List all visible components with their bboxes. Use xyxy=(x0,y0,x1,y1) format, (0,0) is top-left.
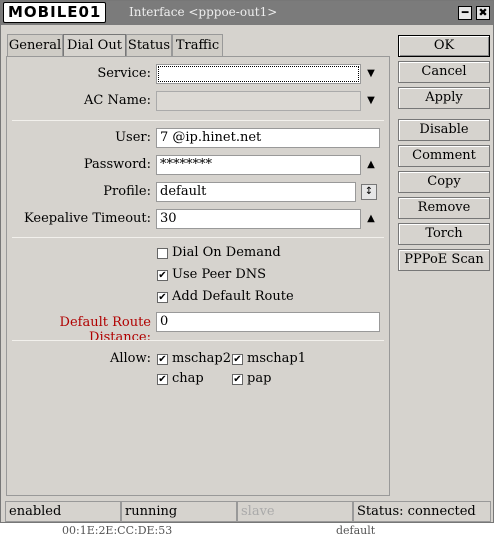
tab-general[interactable]: General xyxy=(7,34,63,56)
profile-spin-icon[interactable]: ↕ xyxy=(361,184,377,200)
use-peer-dns-checkbox[interactable]: ✔ xyxy=(157,270,168,281)
profile-field[interactable]: default xyxy=(156,182,356,202)
user-label: User: xyxy=(115,130,151,145)
watermark-logo: MOBILE01 xyxy=(3,2,107,23)
add-default-route-checkbox[interactable]: ✔ xyxy=(157,292,168,303)
background-mac-text: 00:1E:2E:CC:DE:53 xyxy=(62,524,173,537)
interface-window: MOBILE01 Interface <pppoe-out1> ━ ✖ Gene… xyxy=(0,0,494,523)
service-label: Service: xyxy=(97,66,151,81)
title-bar[interactable]: MOBILE01 Interface <pppoe-out1> ━ ✖ xyxy=(1,1,493,25)
ac-name-field[interactable] xyxy=(156,91,361,111)
default-route-distance-field[interactable]: 0 xyxy=(156,312,380,332)
ok-button[interactable]: OK xyxy=(398,35,490,57)
ac-name-label: AC Name: xyxy=(84,93,151,108)
status-slave: slave xyxy=(237,501,353,522)
password-field[interactable]: ******** xyxy=(156,155,361,175)
remove-button[interactable]: Remove xyxy=(398,197,490,219)
use-peer-dns-label: Use Peer DNS xyxy=(172,267,267,282)
dial-on-demand-checkbox[interactable] xyxy=(157,248,168,259)
allow-pap-checkbox[interactable]: ✔ xyxy=(232,374,243,385)
password-collapse-icon[interactable]: ▲ xyxy=(365,159,377,171)
tab-status[interactable]: Status xyxy=(126,34,172,56)
cancel-button[interactable]: Cancel xyxy=(398,61,490,83)
service-dropdown-icon[interactable]: ▼ xyxy=(365,68,377,80)
dial-out-panel: Service: ▼ AC Name: ▼ User: 7 @ip.hinet.… xyxy=(6,56,390,496)
separator xyxy=(12,120,384,121)
separator xyxy=(12,340,384,341)
keepalive-collapse-icon[interactable]: ▲ xyxy=(365,213,377,225)
keepalive-label: Keepalive Timeout: xyxy=(24,211,151,226)
allow-chap-checkbox[interactable]: ✔ xyxy=(157,374,168,385)
background-default-text: default xyxy=(336,524,376,537)
password-label: Password: xyxy=(83,157,151,172)
pppoe-scan-button[interactable]: PPPoE Scan xyxy=(398,249,490,271)
allow-mschap1-label: mschap1 xyxy=(247,351,306,366)
allow-mschap1-checkbox[interactable]: ✔ xyxy=(232,354,243,365)
status-enabled: enabled xyxy=(5,501,121,522)
status-connection: Status: connected xyxy=(353,501,491,522)
window-title: Interface <pppoe-out1> xyxy=(129,5,278,19)
keepalive-field[interactable]: 30 xyxy=(156,209,361,229)
tab-dial-out[interactable]: Dial Out xyxy=(63,34,126,57)
allow-mschap2-checkbox[interactable]: ✔ xyxy=(157,354,168,365)
service-field[interactable] xyxy=(156,64,361,84)
add-default-route-label: Add Default Route xyxy=(172,289,294,304)
dial-on-demand-label: Dial On Demand xyxy=(172,245,281,260)
profile-label: Profile: xyxy=(103,184,151,199)
status-running: running xyxy=(121,501,237,522)
allow-pap-label: pap xyxy=(247,371,272,386)
minimize-icon[interactable]: ━ xyxy=(458,6,472,20)
allow-label: Allow: xyxy=(109,351,151,366)
allow-chap-label: chap xyxy=(172,371,204,386)
disable-button[interactable]: Disable xyxy=(398,119,490,141)
tab-traffic[interactable]: Traffic xyxy=(172,34,223,56)
ac-name-dropdown-icon[interactable]: ▼ xyxy=(365,95,377,107)
user-field[interactable]: 7 @ip.hinet.net xyxy=(156,128,380,148)
copy-button[interactable]: Copy xyxy=(398,171,490,193)
separator xyxy=(12,237,384,238)
apply-button[interactable]: Apply xyxy=(398,87,490,109)
close-icon[interactable]: ✖ xyxy=(476,6,490,20)
comment-button[interactable]: Comment xyxy=(398,145,490,167)
allow-mschap2-label: mschap2 xyxy=(172,351,231,366)
torch-button[interactable]: Torch xyxy=(398,223,490,245)
